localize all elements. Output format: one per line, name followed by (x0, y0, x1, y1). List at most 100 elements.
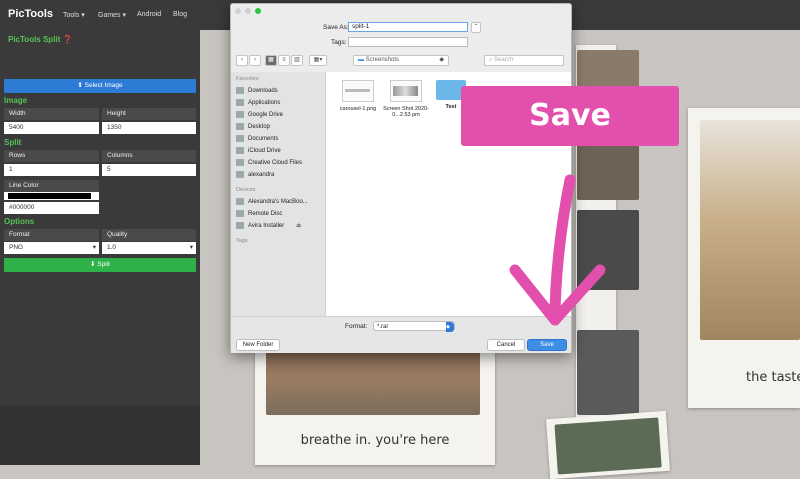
location-select[interactable]: ▬ Screenshots ◆ (353, 55, 449, 66)
tags-heading: Tags (236, 238, 248, 244)
sidebar-item-desktop[interactable]: Desktop (236, 122, 270, 132)
columns-input[interactable]: 5 (102, 164, 196, 176)
line-color-swatch[interactable] (4, 192, 99, 200)
cancel-button[interactable]: Cancel (487, 339, 525, 351)
sidebar-item-creative-cloud[interactable]: Creative Cloud Files (236, 158, 302, 168)
window-zoom-button[interactable] (255, 8, 261, 14)
updown-icon: ◆ (446, 322, 454, 332)
window-minimize-button[interactable] (245, 8, 251, 14)
format-select[interactable]: PNG ▾ (4, 242, 99, 254)
forward-button[interactable]: › (249, 55, 261, 66)
finder-sidebar: Favorites Downloads Applications Google … (231, 72, 326, 316)
nav-android[interactable]: Android (137, 11, 161, 18)
tags-input[interactable] (348, 37, 468, 47)
nav-games[interactable]: Games ▾ (98, 11, 126, 19)
column-view-button[interactable]: ▥ (291, 55, 303, 66)
applications-icon (236, 98, 244, 106)
chevron-left-icon: ‹ (241, 57, 243, 63)
save-as-label: Save As: (323, 24, 349, 31)
strip-photo-4 (577, 330, 639, 415)
help-icon[interactable]: ❓ (63, 35, 73, 44)
sidebar-item-avira-installer[interactable]: Avira Installer ⏏ (236, 221, 302, 231)
favorites-heading: Favorites (236, 76, 259, 82)
quality-select[interactable]: 1.0 ▾ (102, 242, 196, 254)
window-close-button[interactable] (235, 8, 241, 14)
search-field[interactable]: ⌕ Search (484, 55, 564, 66)
line-color-label: Line Color (4, 180, 99, 192)
dropdown-arrow-icon: ▾ (92, 244, 96, 251)
height-label: Height (102, 108, 196, 120)
columns-icon: ▥ (294, 57, 300, 63)
nav-tools[interactable]: Tools ▾ (63, 11, 85, 19)
devices-heading: Devices (236, 187, 256, 193)
split-heading: Split (4, 138, 22, 147)
rows-label: Rows (4, 150, 99, 162)
drive-icon (236, 221, 244, 229)
format-select[interactable]: *.rar ◆ (373, 321, 455, 332)
grid-icon: ▦ (268, 57, 274, 63)
sidebar-item-applications[interactable]: Applications (236, 98, 280, 108)
list-view-button[interactable]: ≡ (278, 55, 290, 66)
laptop-icon (236, 197, 244, 205)
sidebar: PicTools Split ❓ ⬆ Select Image Image Wi… (0, 30, 200, 465)
file-item[interactable]: Screen Shot 2020-0...2.53 pm (376, 80, 436, 118)
updown-icon: ◆ (439, 57, 444, 63)
photo-forest (554, 417, 662, 475)
chevron-right-icon: › (254, 57, 256, 63)
sidebar-title: PicTools Split ❓ (8, 35, 73, 44)
quality-label: Quality (102, 229, 196, 241)
expand-button[interactable]: ⌃ (471, 22, 481, 33)
height-input[interactable]: 1350 (102, 122, 196, 134)
eject-icon[interactable]: ⏏ (296, 223, 302, 229)
sidebar-item-icloud-drive[interactable]: iCloud Drive (236, 146, 281, 156)
back-button[interactable]: ‹ (236, 55, 248, 66)
line-color-input[interactable]: #000000 (4, 202, 99, 214)
image-file-icon (342, 80, 374, 102)
sidebar-item-macbook[interactable]: Alexandra's MacBoo... (236, 197, 308, 207)
tags-label: Tags: (331, 39, 347, 46)
options-heading: Options (4, 217, 35, 226)
folder-icon (236, 110, 244, 118)
rows-input[interactable]: 1 (4, 164, 99, 176)
home-icon (236, 170, 244, 178)
group-icon: ▦▾ (313, 57, 323, 63)
icon-view-button[interactable]: ▦ (265, 55, 277, 66)
format-label: Format (4, 229, 99, 241)
document-icon (236, 134, 244, 142)
brand-logo[interactable]: PicTools (8, 8, 53, 20)
split-button[interactable]: ⬇ Split (4, 258, 196, 272)
width-input[interactable]: 5400 (4, 122, 99, 134)
folder-icon (236, 158, 244, 166)
arrow-annotation-icon (509, 174, 606, 326)
disc-icon (236, 209, 244, 217)
sidebar-item-remote-disc[interactable]: Remote Disc (236, 209, 282, 219)
folder-icon: ▬ (358, 57, 364, 63)
sidebar-item-downloads[interactable]: Downloads (236, 86, 278, 96)
sidebar-footer (0, 405, 200, 465)
nav-blog[interactable]: Blog (173, 11, 187, 18)
cloud-icon (236, 146, 244, 154)
photo-field (700, 120, 800, 340)
polaroid-bottom (546, 410, 670, 479)
sidebar-item-alexandra[interactable]: alexandra (236, 170, 274, 180)
new-folder-button[interactable]: New Folder (236, 339, 280, 351)
image-heading: Image (4, 96, 28, 105)
format-label: Format: (345, 323, 368, 330)
list-icon: ≡ (282, 57, 286, 63)
dropdown-arrow-icon: ▾ (189, 244, 193, 251)
width-label: Width (4, 108, 99, 120)
chevron-up-icon: ⌃ (473, 24, 479, 30)
save-callout: Save (461, 86, 679, 146)
screenshot-file-icon (390, 80, 422, 102)
search-icon: ⌕ (489, 57, 493, 63)
sidebar-item-google-drive[interactable]: Google Drive (236, 110, 283, 120)
caption-right: the taste (746, 370, 800, 385)
save-as-input[interactable]: split-1 (348, 22, 468, 32)
sidebar-item-documents[interactable]: Documents (236, 134, 278, 144)
group-button[interactable]: ▦▾ (309, 55, 327, 66)
desktop-icon (236, 122, 244, 130)
select-image-button[interactable]: ⬆ Select Image (4, 79, 196, 93)
save-button[interactable]: Save (527, 339, 567, 351)
download-icon (236, 86, 244, 94)
caption-left: breathe in. you're here (300, 433, 450, 448)
